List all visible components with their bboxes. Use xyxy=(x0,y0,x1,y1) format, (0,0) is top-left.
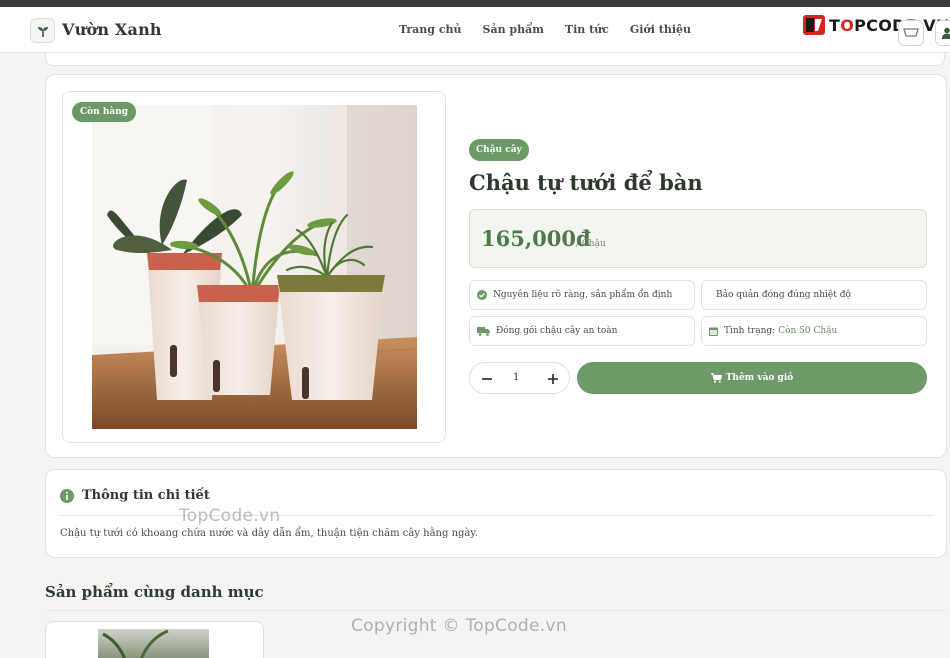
nav-item-home[interactable]: Trang chủ xyxy=(399,23,462,36)
cart-button[interactable] xyxy=(898,20,924,46)
feature-stock-status: Tình trạng: Còn 50 Chậu xyxy=(701,316,927,346)
watermark-topcode: TopCode.vn xyxy=(179,506,281,526)
product-photo[interactable] xyxy=(92,105,417,429)
nav-item-products[interactable]: Sản phẩm xyxy=(483,23,544,36)
detail-heading: Thông tin chi tiết xyxy=(60,488,210,503)
related-product-card[interactable] xyxy=(45,621,264,658)
minus-icon[interactable] xyxy=(479,371,495,387)
topcode-badge-icon xyxy=(803,15,825,35)
detail-heading-text: Thông tin chi tiết xyxy=(82,488,210,503)
product-image-frame: Còn hàng xyxy=(62,91,446,443)
add-to-cart-label: Thêm vào giỏ xyxy=(725,373,794,383)
related-product-image[interactable] xyxy=(98,629,209,658)
plus-icon[interactable] xyxy=(545,371,561,387)
logo[interactable] xyxy=(30,18,55,43)
nav-item-about[interactable]: Giới thiệu xyxy=(630,23,691,36)
user-icon xyxy=(941,27,950,39)
feature-packing: Đóng gói chậu cây an toàn xyxy=(469,316,695,346)
navbar: Vườn Xanh Trang chủ Sản phẩm Tin tức Giớ… xyxy=(0,7,950,53)
previous-section-edge xyxy=(45,53,945,66)
truck-icon xyxy=(477,327,490,336)
leaf-icon xyxy=(37,26,48,37)
detail-description: Chậu tự tưới có khoang chứa nước và dây … xyxy=(60,528,478,539)
price-unit: / Chậu xyxy=(576,239,606,249)
related-heading: Sản phẩm cùng danh mục xyxy=(45,583,264,601)
stock-status-value: Còn 50 Chậu xyxy=(778,326,838,336)
product-title: Chậu tự tưới để bàn xyxy=(469,170,703,195)
feature-storage-text: Bảo quản đóng đúng nhiệt độ xyxy=(716,290,851,300)
info-icon xyxy=(60,488,74,503)
feature-packing-text: Đóng gói chậu cây an toàn xyxy=(496,326,618,336)
main-nav: Trang chủ Sản phẩm Tin tức Giới thiệu xyxy=(399,23,691,36)
feature-storage: Bảo quản đóng đúng nhiệt độ xyxy=(701,280,927,310)
feature-quality-text: Nguyên liệu rõ ràng, sản phẩm ổn định xyxy=(493,290,673,300)
feature-quality: Nguyên liệu rõ ràng, sản phẩm ổn định xyxy=(469,280,695,310)
stock-status-label: Tình trạng: xyxy=(724,326,776,336)
watermark-copyright: Copyright © TopCode.vn xyxy=(351,616,567,636)
add-to-cart-button[interactable]: Thêm vào giỏ xyxy=(577,362,927,394)
divider xyxy=(45,610,947,611)
check-circle-icon xyxy=(477,290,487,300)
quantity-stepper: 1 xyxy=(469,362,570,394)
product-price: 165,000đ xyxy=(481,226,591,251)
topcode-logo-t: T xyxy=(829,15,841,35)
topcode-logo-o: O xyxy=(840,15,855,35)
cart-icon xyxy=(903,28,919,37)
brand-name[interactable]: Vườn Xanh xyxy=(62,20,162,39)
calendar-icon xyxy=(709,327,718,336)
cart-icon xyxy=(710,373,722,383)
browser-top-strip xyxy=(0,0,950,7)
stock-badge: Còn hàng xyxy=(72,102,137,122)
product-card: Còn hàng Chậu cây Chậu tự tưới để bàn 16… xyxy=(45,74,947,458)
nav-item-news[interactable]: Tin tức xyxy=(565,23,609,36)
topcode-logo: TOPCODE.VN xyxy=(802,13,950,37)
quantity-value[interactable]: 1 xyxy=(513,372,519,383)
user-button[interactable] xyxy=(935,20,950,46)
price-box: 165,000đ / Chậu xyxy=(469,209,927,268)
category-badge[interactable]: Chậu cây xyxy=(469,139,529,161)
